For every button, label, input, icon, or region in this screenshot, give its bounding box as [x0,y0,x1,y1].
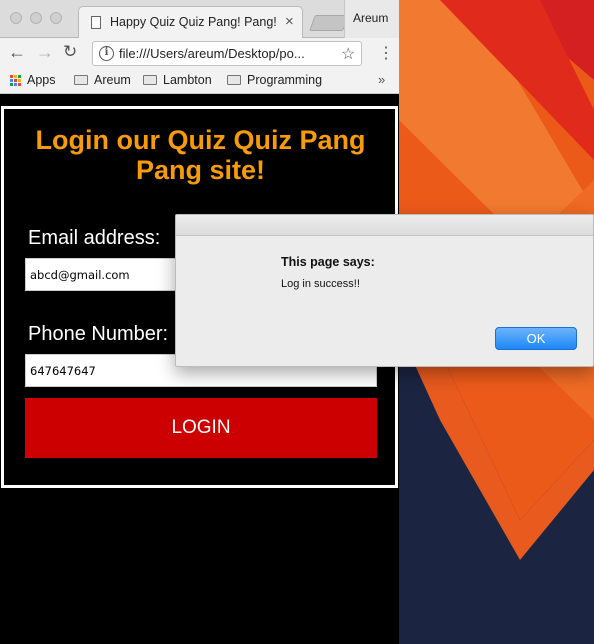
bookmark-label: Programming [247,73,323,87]
back-arrow-icon[interactable]: ← [8,42,26,63]
zoom-window-button[interactable] [50,12,62,24]
bookmark-label: Areum [94,73,131,87]
forward-arrow-icon[interactable]: → [36,42,54,63]
document-icon [91,16,101,29]
more-bookmarks-icon[interactable]: » [378,72,385,87]
apps-grid-icon [10,74,21,86]
bookmark-star-icon[interactable]: ☆ [341,44,355,64]
tab-strip: Happy Quiz Quiz Pang! Pang! × Areum [0,0,399,39]
profile-name: Areum [353,11,389,25]
bookmarks-bar: Apps Areum Lambton Programming » [0,69,399,94]
bookmark-label: Apps [27,73,56,87]
ok-button[interactable]: OK [495,327,577,350]
profile-button[interactable]: Areum [344,0,399,38]
page-title: Login our Quiz Quiz Pang Pang site! [35,125,366,185]
browser-tab[interactable]: Happy Quiz Quiz Pang! Pang! × [78,6,303,39]
dialog-titlebar [176,215,593,236]
bookmark-apps[interactable]: Apps [10,73,56,87]
address-bar[interactable]: i file:///Users/areum/Desktop/po... ☆ [92,41,362,66]
browser-toolbar: ← → ↻ i file:///Users/areum/Desktop/po..… [0,38,399,69]
bookmark-areum[interactable]: Areum [74,73,131,87]
info-icon[interactable]: i [99,46,114,61]
new-tab-button[interactable] [309,15,349,31]
page-content: Login our Quiz Quiz Pang Pang site! Emai… [0,95,399,644]
menu-dots-icon[interactable]: ⋮ [378,43,394,63]
folder-icon [227,75,241,85]
minimize-window-button[interactable] [30,12,42,24]
bookmark-programming[interactable]: Programming [227,73,322,87]
reload-icon[interactable]: ↻ [63,42,77,62]
tab-title: Happy Quiz Quiz Pang! Pang! [110,15,277,29]
dialog-message: Log in success!! [281,278,360,290]
folder-icon [143,75,157,85]
url-text[interactable]: file:///Users/areum/Desktop/po... [119,46,305,61]
dialog-heading: This page says: [281,255,375,269]
close-window-button[interactable] [10,12,22,24]
bookmark-label: Lambton [163,73,212,87]
folder-icon [74,75,88,85]
tab-close-icon[interactable]: × [285,13,294,30]
login-button[interactable]: LOGIN [25,398,377,458]
alert-dialog: This page says: Log in success!! OK [175,214,594,367]
bookmark-lambton[interactable]: Lambton [143,73,212,87]
email-label: Email address: [28,227,161,249]
phone-label: Phone Number: [28,323,169,345]
